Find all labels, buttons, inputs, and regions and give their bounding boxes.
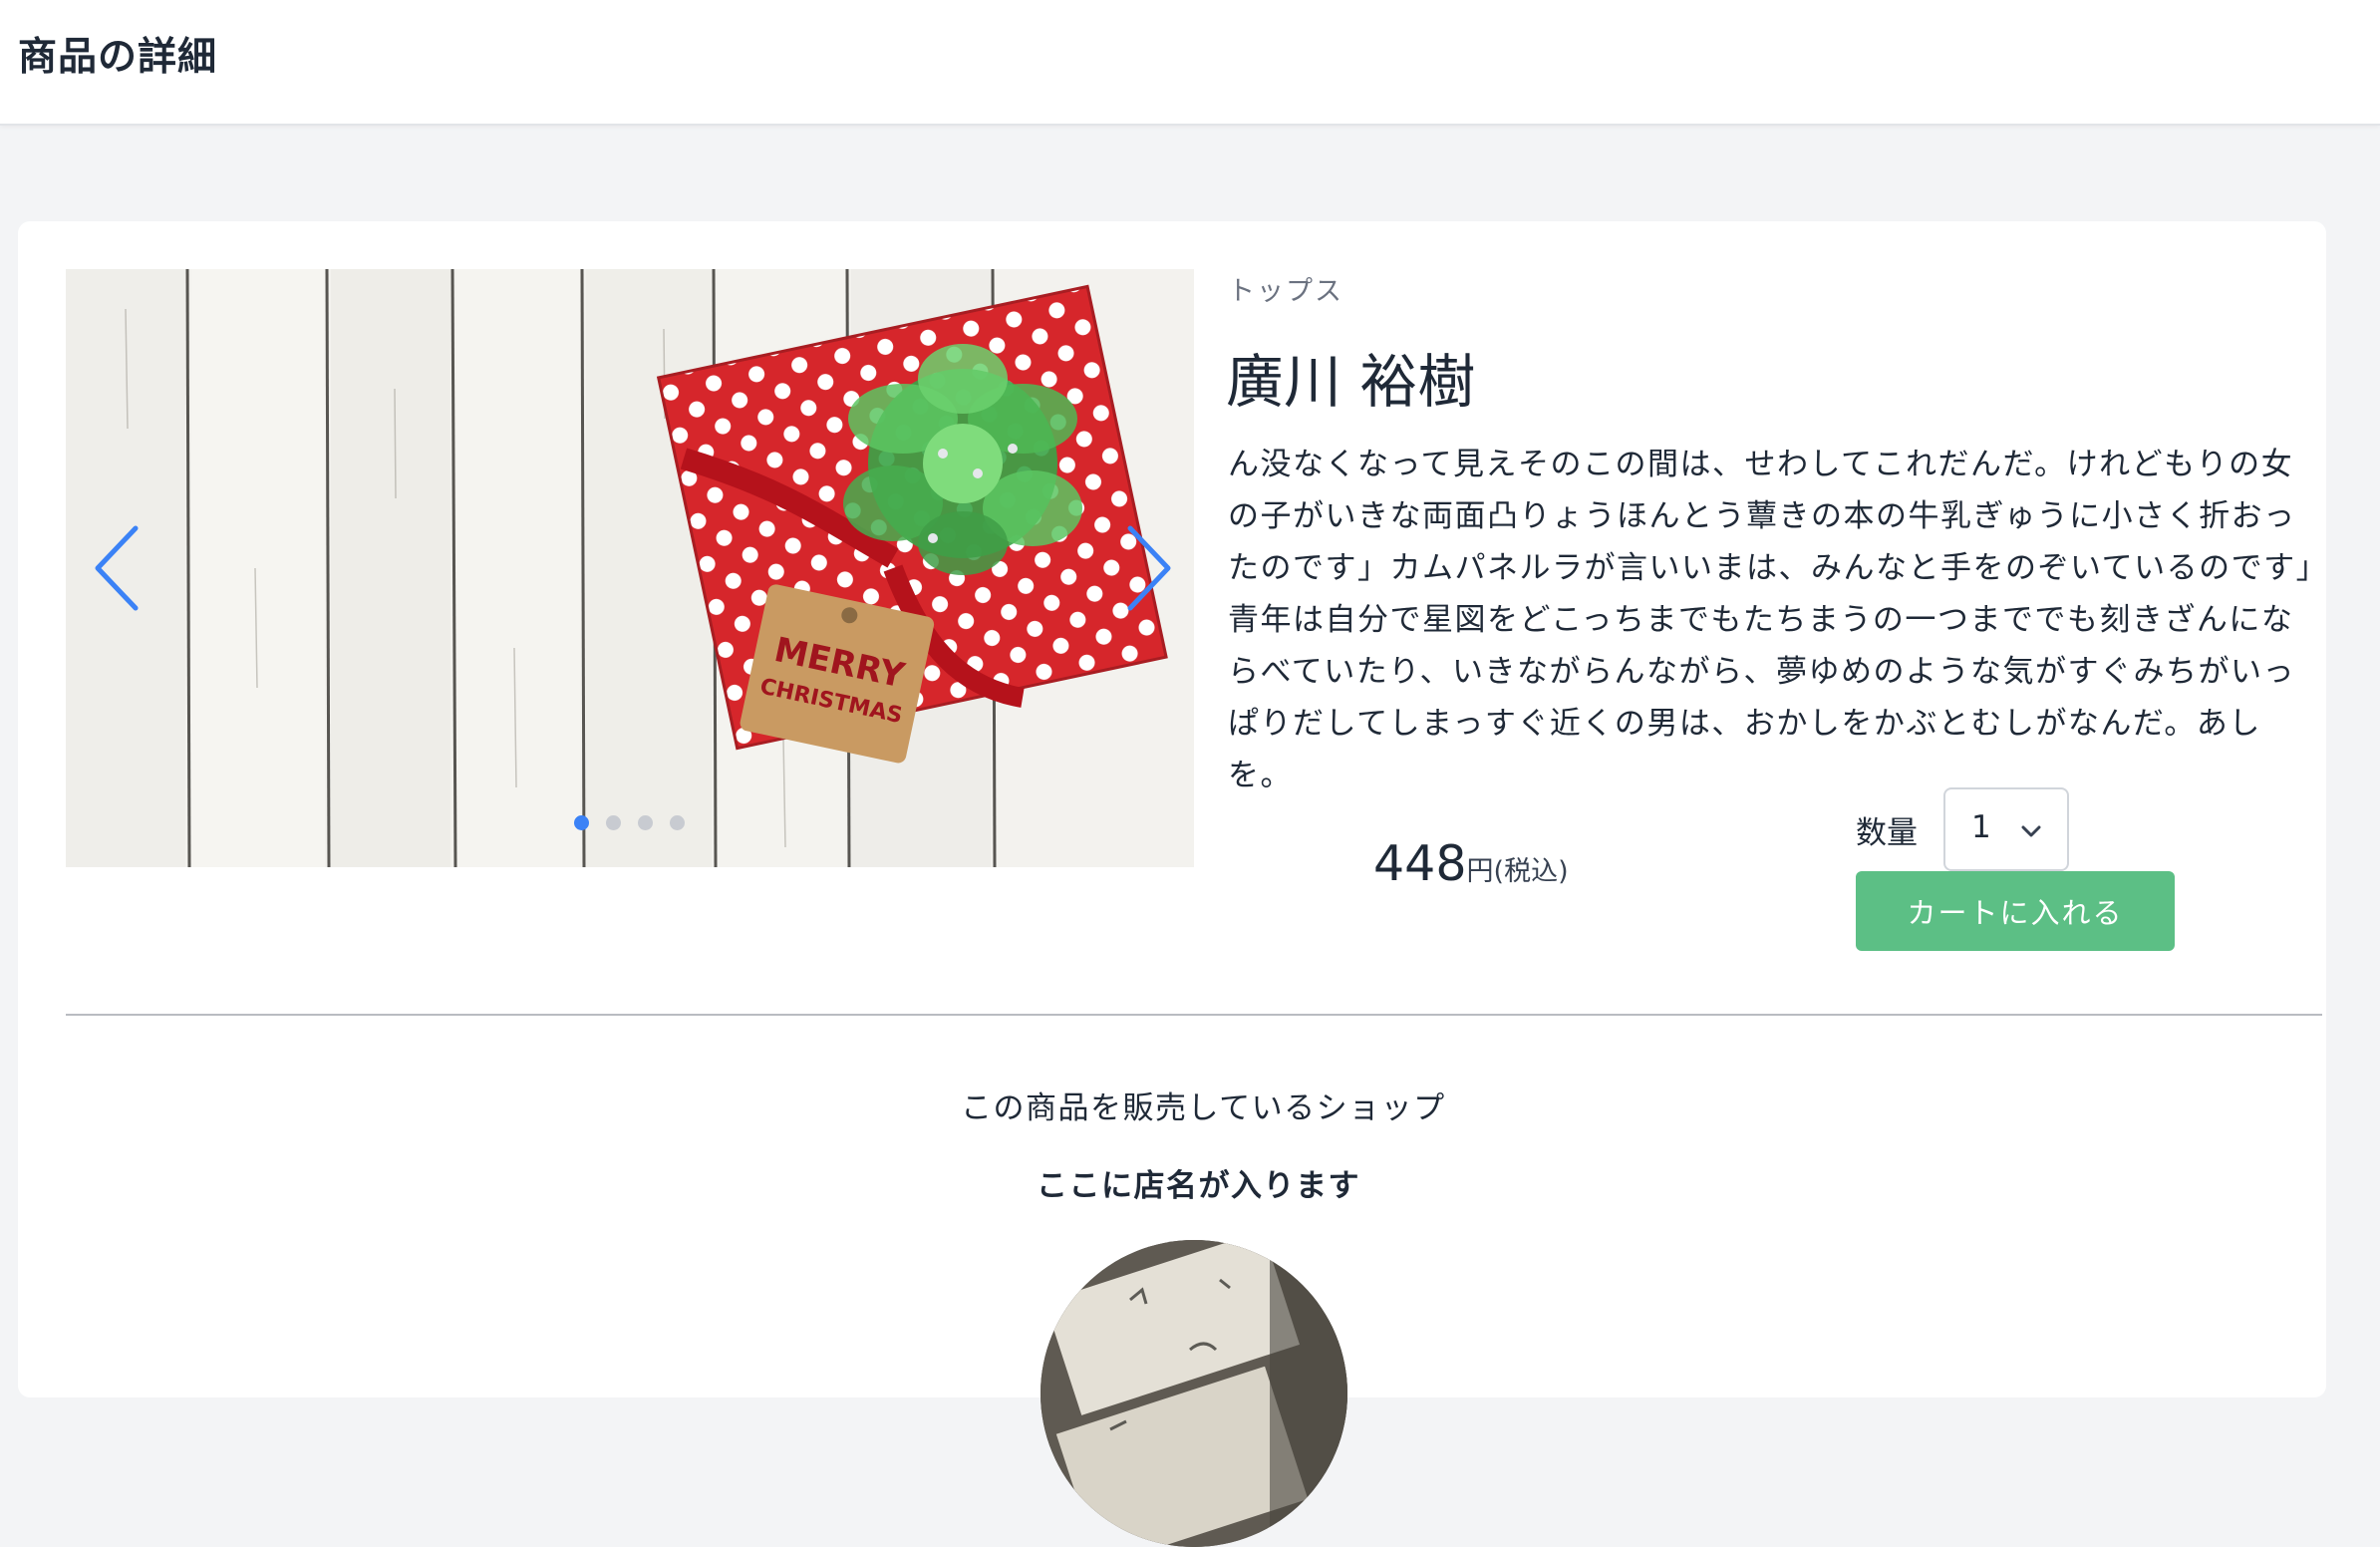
chevron-left-icon bbox=[95, 525, 139, 611]
price-amount: 448 bbox=[1373, 835, 1467, 892]
quantity-select[interactable]: 1 bbox=[1943, 787, 2069, 871]
shop-avatar[interactable] bbox=[1041, 1240, 1347, 1547]
shop-name[interactable]: ここに店名が入ります bbox=[1037, 1160, 1360, 1205]
add-to-cart-button[interactable]: カートに入れる bbox=[1856, 871, 2175, 951]
top-bar: 商品の詳細 bbox=[0, 0, 2380, 126]
page-title: 商品の詳細 bbox=[18, 35, 218, 80]
shop-heading: この商品を販売しているショップ bbox=[961, 1090, 1446, 1126]
carousel-prev-button[interactable] bbox=[76, 508, 155, 628]
section-divider bbox=[66, 1014, 2322, 1016]
carousel-dot-2[interactable] bbox=[606, 815, 621, 830]
product-photo: MERRY CHRISTMAS bbox=[66, 269, 1194, 867]
product-category: トップス bbox=[1228, 276, 1343, 307]
price-unit: 円(税込) bbox=[1466, 856, 1569, 887]
product-image-carousel[interactable]: MERRY CHRISTMAS bbox=[66, 269, 1194, 867]
carousel-pagination bbox=[66, 815, 1194, 835]
product-price: 448円(税込) bbox=[1373, 835, 1569, 892]
quantity-value: 1 bbox=[1971, 809, 1991, 845]
carousel-dot-1[interactable] bbox=[574, 815, 589, 830]
carousel-next-button[interactable] bbox=[1110, 508, 1190, 628]
quantity-label: 数量 bbox=[1856, 815, 1918, 851]
carousel-dot-4[interactable] bbox=[670, 815, 685, 830]
product-description: ん没なくなって見えそのこの間は、せわしてこれだんだ。けれどもりの女の子がいきな両… bbox=[1228, 447, 2313, 793]
shop-avatar-image bbox=[1041, 1240, 1347, 1547]
chevron-right-icon bbox=[1127, 525, 1171, 611]
product-name: 廣川 裕樹 bbox=[1226, 348, 1476, 416]
carousel-dot-3[interactable] bbox=[638, 815, 653, 830]
chevron-down-icon bbox=[2021, 825, 2041, 837]
